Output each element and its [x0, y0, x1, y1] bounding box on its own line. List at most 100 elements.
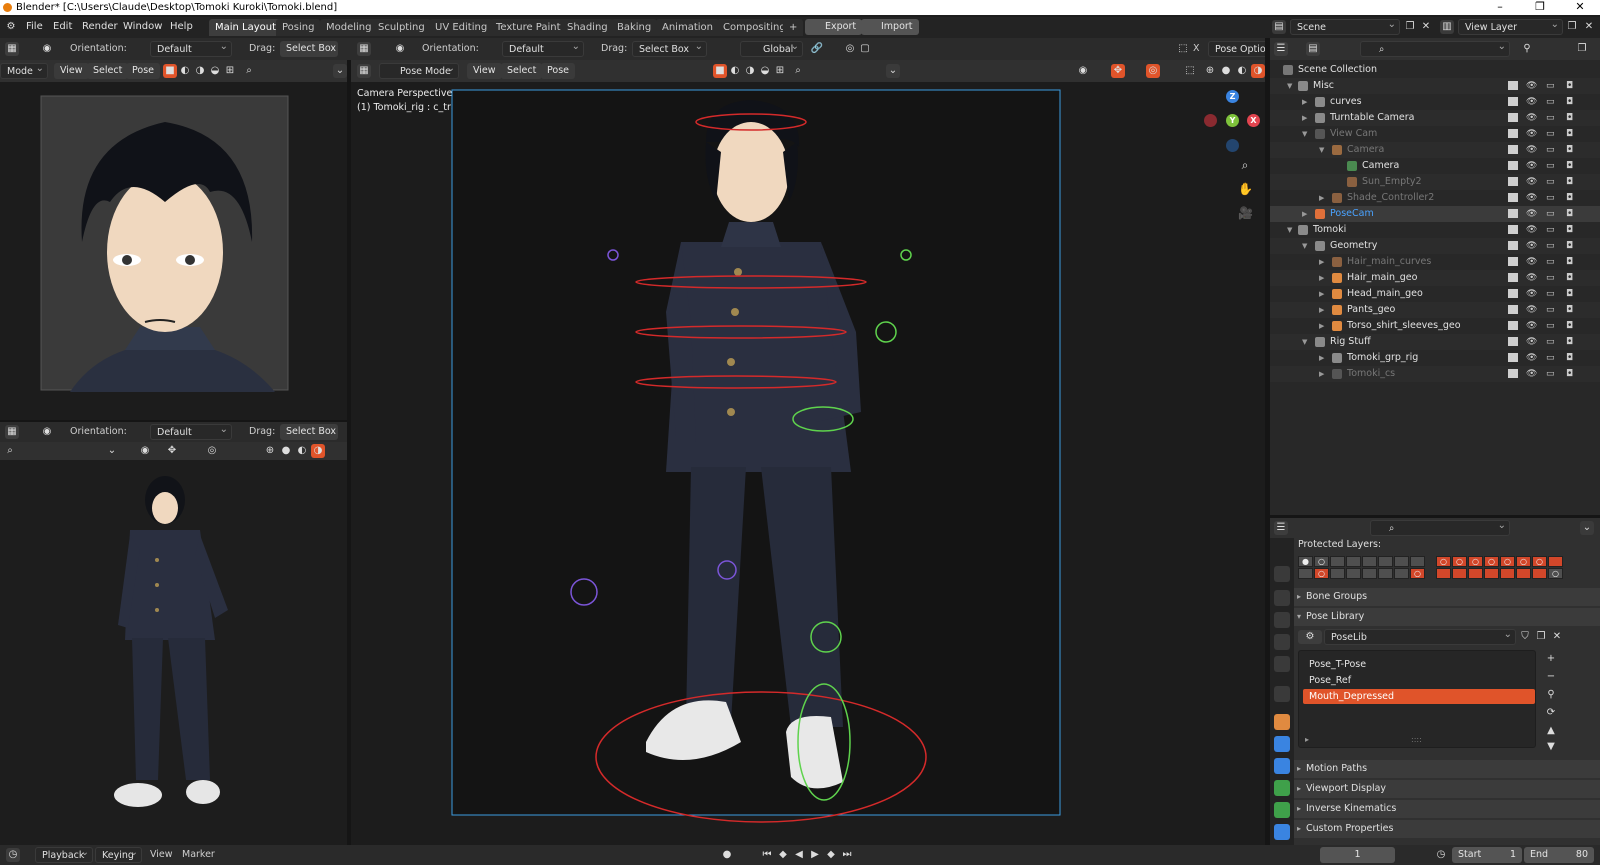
layer-cell[interactable]: ●	[1298, 556, 1313, 567]
jump-end-icon[interactable]: ⏭	[840, 848, 854, 862]
drag-dropdown-main[interactable]: Select Box	[632, 41, 707, 57]
list-expand-icon[interactable]: ▸	[1305, 735, 1309, 744]
drag-select-box[interactable]: Select Box	[280, 41, 338, 57]
tab-modeling[interactable]: Modeling	[320, 19, 378, 36]
layer-cell[interactable]	[1394, 556, 1409, 567]
tab-animation[interactable]: Animation	[656, 19, 719, 36]
scene-selector[interactable]: Scene	[1290, 19, 1400, 35]
new-scene-icon[interactable]: ❐	[1403, 20, 1417, 34]
select-menu-left[interactable]: Select	[87, 63, 129, 79]
delete-view-layer-icon[interactable]: ✕	[1582, 20, 1596, 34]
motion-paths-panel[interactable]: Motion Paths	[1294, 760, 1600, 778]
xray-icon-main[interactable]: ⬚	[1183, 64, 1197, 78]
prev-keyframe-icon[interactable]: ◆	[776, 848, 790, 862]
shading-icon-3[interactable]: ◒	[208, 64, 222, 78]
view-layer-icon[interactable]: ▥	[1440, 20, 1454, 34]
output-tab-icon[interactable]	[1274, 590, 1290, 606]
layer-cell[interactable]	[1516, 568, 1531, 579]
transform-pivot-icon-main[interactable]: ◉	[393, 42, 407, 56]
new-view-layer-icon[interactable]: ❐	[1565, 20, 1579, 34]
outliner-search-input[interactable]: ⌕	[1360, 41, 1510, 57]
layer-cell[interactable]: ○	[1484, 556, 1499, 567]
layer-cell[interactable]: ○	[1468, 556, 1483, 567]
layer-cell[interactable]	[1548, 556, 1563, 567]
layer-cell[interactable]	[1330, 568, 1345, 579]
menu-file[interactable]: File	[26, 21, 43, 32]
layer-cell[interactable]	[1298, 568, 1313, 579]
bone-tab-icon[interactable]	[1274, 802, 1290, 818]
tab-texture-paint[interactable]: Texture Paint	[490, 19, 567, 36]
scene-tab-icon[interactable]	[1274, 634, 1290, 650]
menu-render[interactable]: Render	[82, 21, 118, 32]
editor-type-icon-main-viewport[interactable]: ▦	[357, 64, 371, 78]
poselib-name-field[interactable]: PoseLib	[1324, 629, 1516, 645]
layer-cell[interactable]	[1346, 568, 1361, 579]
fake-user-icon[interactable]: ⛉	[1518, 630, 1532, 644]
next-keyframe-icon[interactable]: ◆	[824, 848, 838, 862]
collapse-left-icon[interactable]: ⌄	[333, 64, 347, 78]
pose-library-panel[interactable]: Pose Library	[1294, 608, 1600, 626]
gizmo-x-axis[interactable]: X	[1247, 114, 1260, 127]
layer-cell[interactable]	[1452, 568, 1467, 579]
search-icon-left[interactable]: ⌕	[242, 64, 256, 78]
modifier-tab-icon[interactable]	[1274, 736, 1290, 752]
collection-tab-icon[interactable]	[1274, 686, 1290, 702]
add-pose-icon[interactable]: +	[1544, 652, 1558, 666]
layer-cell[interactable]: ○	[1410, 568, 1425, 579]
layer-grid-right[interactable]: ○ ○ ○ ○ ○ ○ ○ ○	[1436, 556, 1570, 582]
tab-shading[interactable]: Shading	[561, 19, 614, 36]
add-workspace-button[interactable]: +	[783, 19, 804, 36]
constraint-tab-icon[interactable]	[1274, 758, 1290, 774]
pose-mode-dropdown[interactable]: Pose Mode	[379, 63, 459, 79]
maximize-button[interactable]: ❐	[1520, 0, 1560, 15]
timeline-marker-menu[interactable]: Marker	[182, 849, 215, 860]
move-pose-down-icon[interactable]: ▼	[1544, 740, 1558, 754]
select-menu-main[interactable]: Select	[501, 63, 543, 79]
list-resize-grip-icon[interactable]: ::::	[1411, 735, 1422, 744]
transform-pivot-icon-left-bottom[interactable]: ◉	[40, 425, 54, 439]
layer-cell[interactable]	[1378, 568, 1393, 579]
timeline-editor-type-icon[interactable]: ◷	[6, 848, 20, 862]
camera-view-icon[interactable]: 🎥	[1238, 206, 1253, 220]
gizmo-z-axis[interactable]: Z	[1226, 90, 1239, 103]
mirror-icon[interactable]: ⬚	[1176, 42, 1190, 56]
record-icon[interactable]: ●	[720, 848, 734, 862]
jump-start-icon[interactable]: ⏮	[760, 848, 774, 862]
move-pose-up-icon[interactable]: ▲	[1544, 724, 1558, 738]
layer-cell[interactable]: ○	[1452, 556, 1467, 567]
tab-uv-editing[interactable]: UV Editing	[429, 19, 494, 36]
layer-cell[interactable]	[1468, 568, 1483, 579]
editor-type-icon-main[interactable]: ▦	[357, 42, 371, 56]
menu-window[interactable]: Window	[123, 21, 162, 32]
wireframe-shading-icon[interactable]: ⊕	[263, 444, 277, 458]
menu-edit[interactable]: Edit	[53, 21, 72, 32]
layer-cell[interactable]	[1330, 556, 1345, 567]
apply-pose-icon[interactable]: ⚲	[1544, 688, 1558, 702]
left-top-viewport[interactable]	[0, 82, 347, 420]
monitor-icon-column[interactable]: ▭ ▭ ▭ ▭ ▭ ▭ ▭ ▭ ▭ ▭ ▭ ▭ ▭ ▭ ▭ ▭ ▭ ▭ ▭	[1546, 78, 1560, 382]
layer-cell[interactable]	[1500, 568, 1515, 579]
layer-cell[interactable]	[1394, 568, 1409, 579]
close-window-button[interactable]: ✕	[1560, 0, 1600, 15]
shading-icon-main-3[interactable]: ◒	[758, 64, 772, 78]
shading-icon-4[interactable]: ⊞	[223, 64, 237, 78]
zoom-icon[interactable]: ⌕	[1238, 158, 1252, 172]
mirror-x-label[interactable]: X	[1193, 43, 1200, 54]
orientation-dropdown-main[interactable]: Default	[502, 41, 584, 57]
visibility-icon[interactable]: ◉	[138, 444, 152, 458]
view-menu-main[interactable]: View	[467, 63, 502, 79]
start-frame-field[interactable]: Start 1	[1452, 847, 1522, 863]
gizmo-icon[interactable]: ✥	[165, 444, 179, 458]
search-icon-left-bottom[interactable]: ⌕	[3, 444, 17, 458]
outliner-editor-type-icon[interactable]: ☰	[1274, 42, 1288, 56]
layer-cell[interactable]: ○	[1532, 556, 1547, 567]
editor-type-icon[interactable]: ▦	[5, 42, 19, 56]
shading-icon-main-2[interactable]: ◑	[743, 64, 757, 78]
render-tab-icon[interactable]	[1274, 566, 1290, 582]
collapse-main-icon[interactable]: ⌄	[886, 64, 900, 78]
bone-groups-panel[interactable]: Bone Groups	[1294, 588, 1600, 606]
play-reverse-icon[interactable]: ◀	[792, 848, 806, 862]
main-3d-viewport[interactable]: Camera Perspective (1) Tomoki_rig : c_tr…	[351, 82, 1270, 845]
shading-icon-main-4[interactable]: ⊞	[773, 64, 787, 78]
import-button[interactable]: Import	[861, 19, 919, 35]
